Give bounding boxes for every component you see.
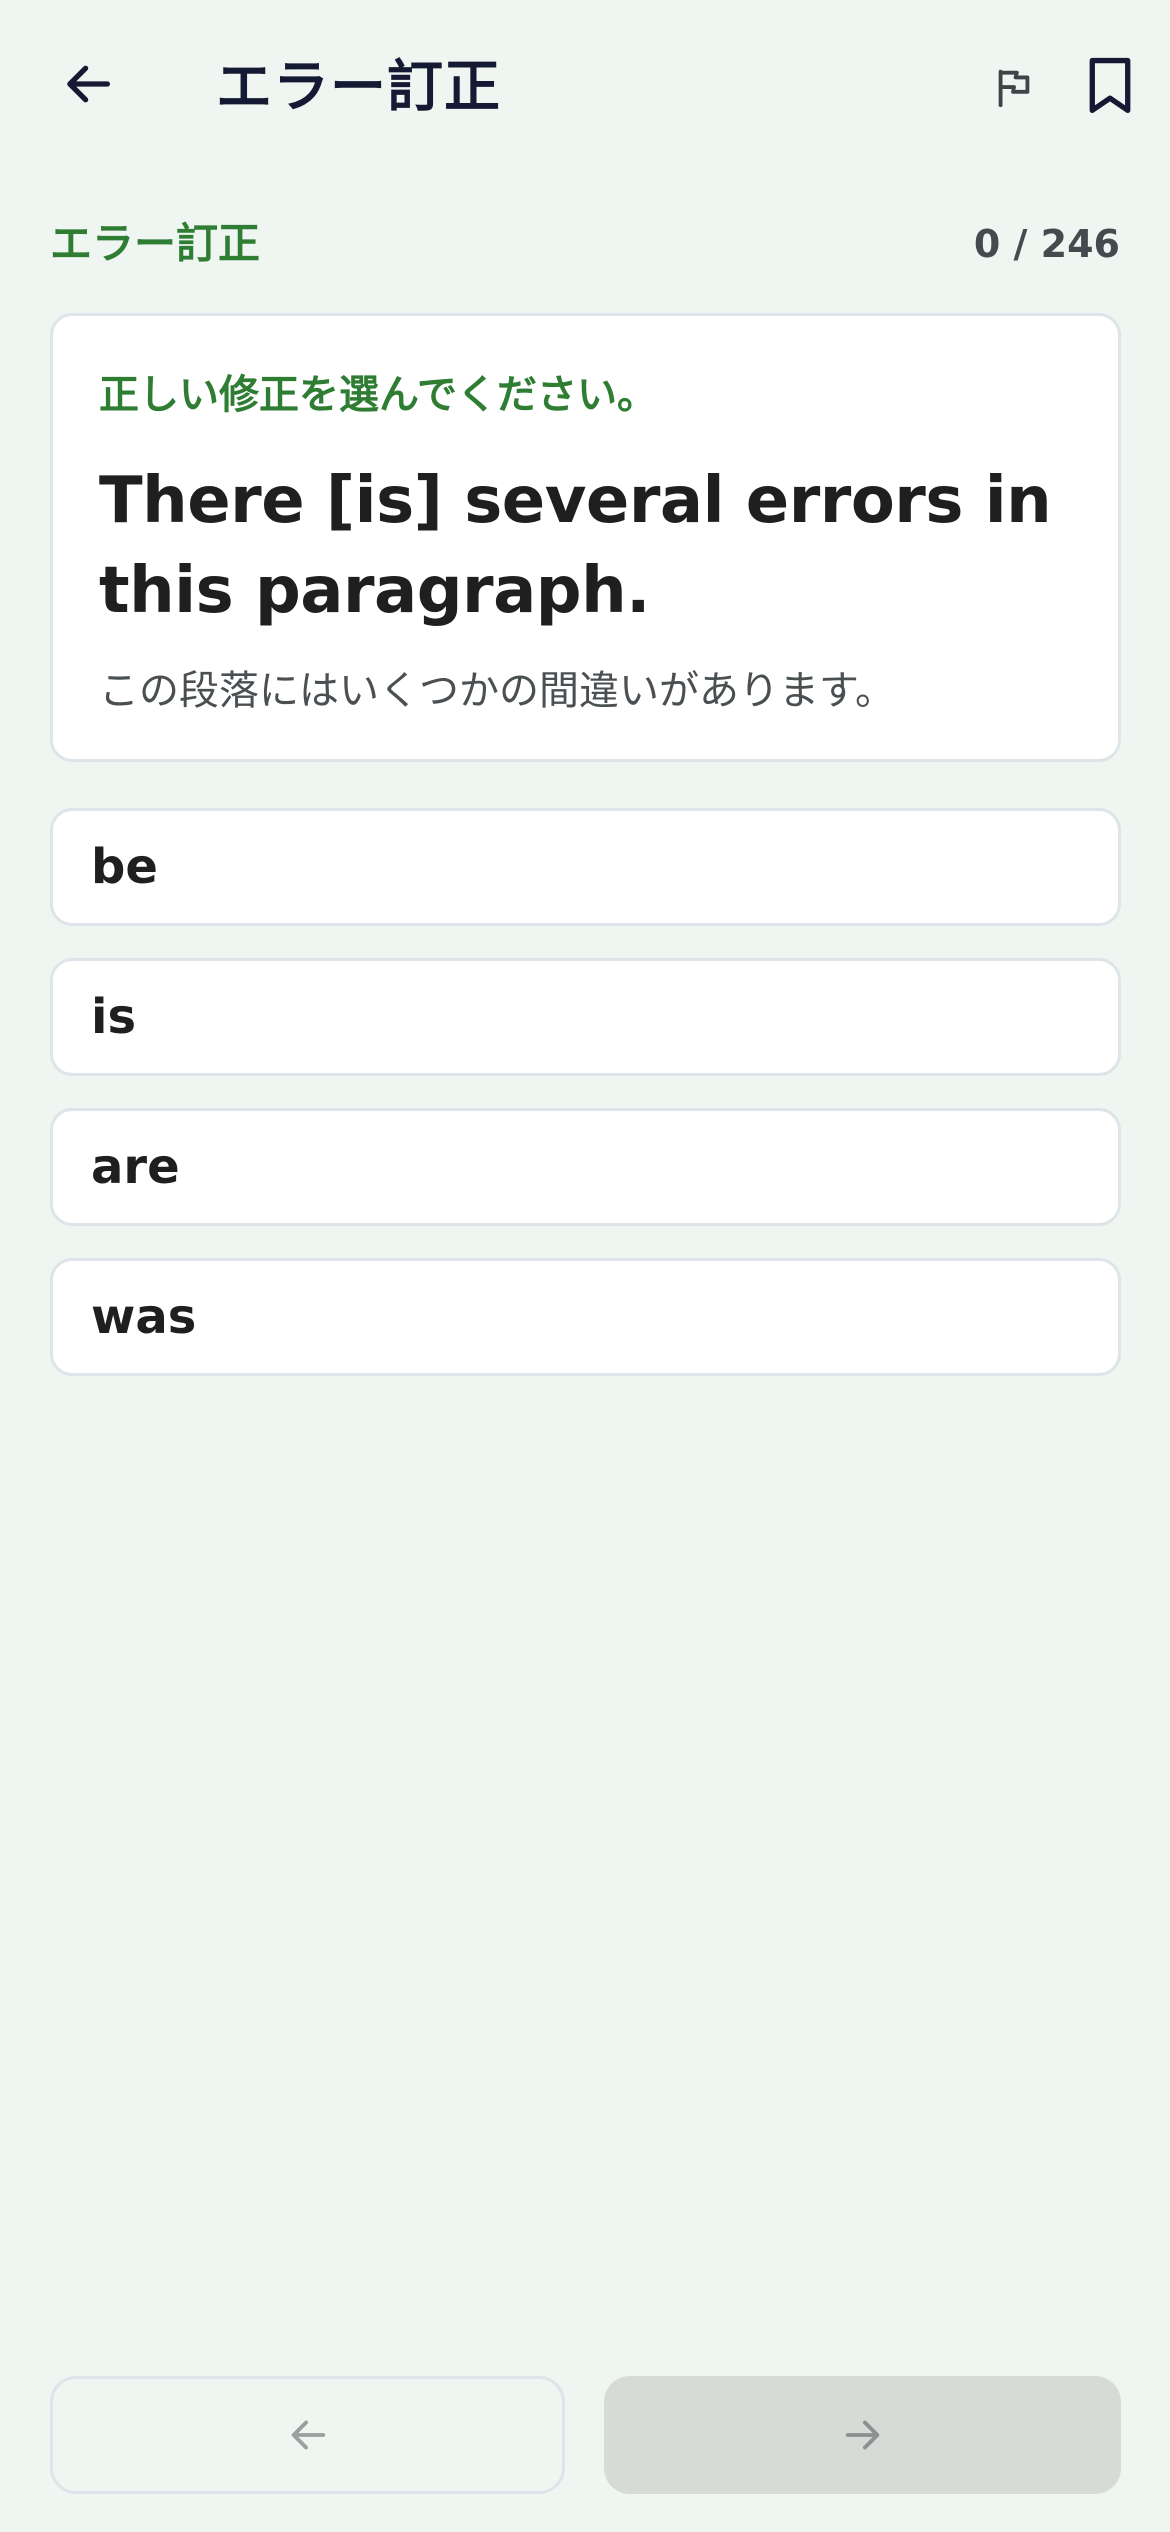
next-button[interactable] <box>604 2376 1121 2494</box>
answer-option-was[interactable]: was <box>50 1258 1121 1376</box>
answer-option-are[interactable]: are <box>50 1108 1121 1226</box>
flag-button[interactable] <box>974 48 1054 128</box>
app-root: エラー訂正 エラー訂正 0 / 246 正しい修正を選んでください。 There… <box>0 0 1170 2532</box>
answer-options: be is are was <box>50 808 1121 1408</box>
previous-button[interactable] <box>50 2376 565 2494</box>
back-button[interactable] <box>48 44 128 124</box>
top-app-bar: エラー訂正 <box>0 0 1170 170</box>
answer-option-be[interactable]: be <box>50 808 1121 926</box>
answer-option-label: are <box>91 1139 180 1195</box>
answer-option-label: be <box>91 839 158 895</box>
answer-option-is[interactable]: is <box>50 958 1121 1076</box>
section-label: エラー訂正 <box>50 219 261 268</box>
answer-option-label: is <box>91 989 137 1045</box>
question-instruction: 正しい修正を選んでください。 <box>99 372 657 418</box>
arrow-left-icon <box>291 2420 325 2450</box>
bookmark-button[interactable] <box>1068 44 1152 128</box>
arrow-left-icon <box>67 65 110 103</box>
question-card: 正しい修正を選んでください。 There [is] several errors… <box>50 313 1121 762</box>
bookmark-icon <box>1089 57 1131 114</box>
question-sentence: There [is] several errors in this paragr… <box>99 464 1052 628</box>
question-translation: この段落にはいくつかの間違いがあります。 <box>99 668 895 714</box>
arrow-right-icon <box>845 2420 879 2450</box>
progress-counter: 0 / 246 <box>973 222 1120 266</box>
answer-option-label: was <box>91 1289 197 1345</box>
page-title: エラー訂正 <box>216 55 501 120</box>
flag-icon <box>998 69 1030 108</box>
